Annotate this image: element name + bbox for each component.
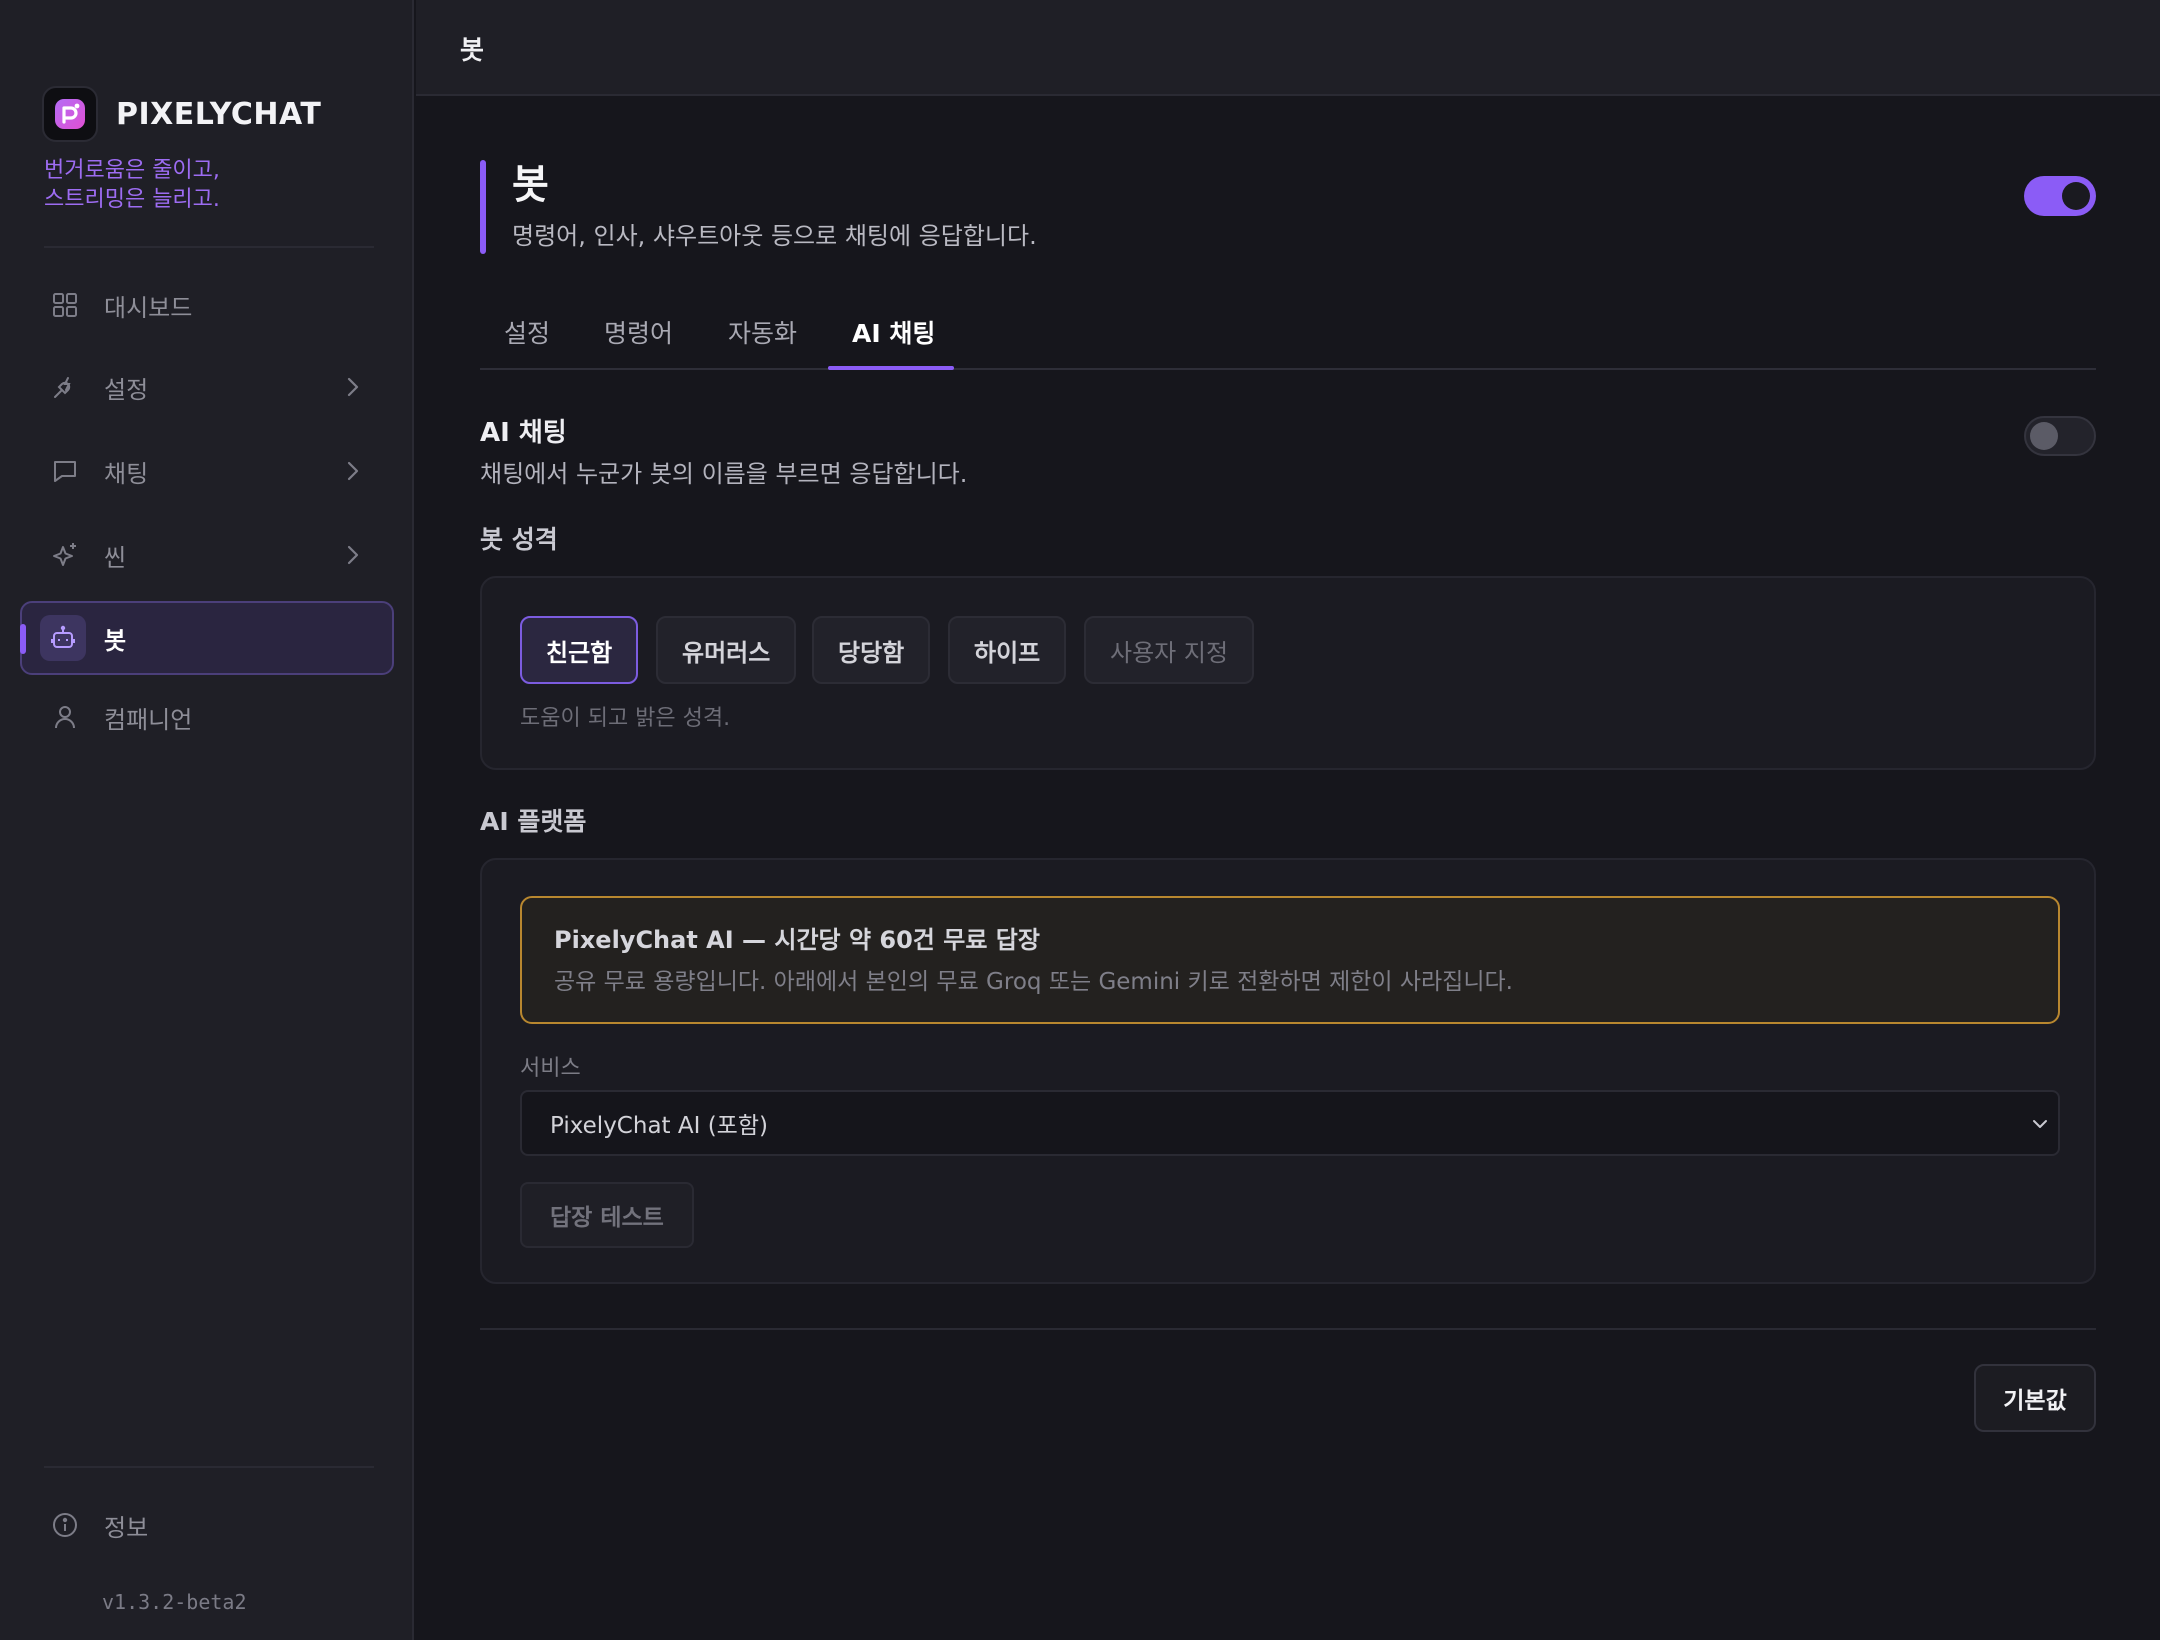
footer-divider — [480, 1328, 2096, 1330]
tagline: 번거로움은 줄이고, 스트리밍은 늘리고. — [44, 156, 220, 214]
tagline-line-1: 번거로움은 줄이고, — [44, 158, 220, 183]
active-indicator — [20, 624, 26, 654]
service-select-value: PixelyChat AI (포함) — [550, 1113, 768, 1139]
personality-chip-custom[interactable]: 사용자 지정 — [1084, 616, 1255, 684]
bot-icon — [40, 615, 86, 661]
chat-bubble-icon — [50, 456, 80, 486]
app-version: v1.3.2-beta2 — [102, 1590, 247, 1614]
platform-panel: PixelyChat AI — 시간당 약 60건 무료 답장 공유 무료 용량… — [480, 858, 2096, 1284]
free-quota-notice: PixelyChat AI — 시간당 약 60건 무료 답장 공유 무료 용량… — [520, 896, 2060, 1024]
toggle-knob — [2030, 422, 2058, 450]
sidebar-divider — [44, 246, 374, 248]
tab-settings[interactable]: 설정 — [504, 314, 550, 364]
tab-ai-chat[interactable]: AI 채팅 — [852, 314, 935, 364]
notice-body: 공유 무료 용량입니다. 아래에서 본인의 무료 Groq 또는 Gemini … — [554, 969, 1513, 995]
topbar-title: 봇 — [460, 36, 484, 66]
chevron-right-icon — [346, 543, 360, 573]
info-icon — [50, 1510, 80, 1540]
sidebar-item-bot[interactable]: 봇 — [20, 601, 394, 675]
sidebar-item-label: 정보 — [104, 1513, 149, 1542]
chevron-down-icon — [2030, 1114, 2050, 1140]
sidebar-item-companion[interactable]: 컴패니언 — [20, 680, 394, 754]
sidebar-item-label: 컴패니언 — [104, 705, 193, 734]
sidebar-item-label: 씬 — [104, 543, 127, 572]
sidebar-item-settings[interactable]: 설정 — [20, 350, 394, 424]
active-tab-underline — [828, 366, 954, 370]
personality-chip-humorous[interactable]: 유머러스 — [656, 616, 797, 684]
personality-title: 봇 성격 — [480, 525, 558, 554]
bot-enabled-toggle[interactable] — [2024, 176, 2096, 216]
top-bar: 봇 — [416, 0, 2160, 96]
notice-title: PixelyChat AI — 시간당 약 60건 무료 답장 — [554, 926, 1040, 954]
toggle-knob — [2062, 182, 2090, 210]
service-select[interactable]: PixelyChat AI (포함) — [520, 1090, 2060, 1156]
personality-chip-friendly[interactable]: 친근함 — [520, 616, 639, 684]
sidebar-item-label: 대시보드 — [104, 293, 193, 322]
ai-chat-description: 채팅에서 누군가 봇의 이름을 부르면 응답합니다. — [480, 460, 968, 488]
brand-name: PIXELYCHAT — [116, 96, 322, 132]
sidebar-item-info[interactable]: 정보 — [20, 1488, 394, 1562]
tab-automation[interactable]: 자동화 — [728, 314, 797, 364]
ai-chat-title: AI 채팅 — [480, 418, 567, 448]
sidebar-item-chat[interactable]: 채팅 — [20, 434, 394, 508]
user-icon — [50, 702, 80, 732]
sidebar-item-dashboard[interactable]: 대시보드 — [20, 268, 394, 342]
page-subtitle: 명령어, 인사, 샤우트아웃 등으로 채팅에 응답합니다. — [512, 222, 1037, 250]
platform-title: AI 플랫폼 — [480, 807, 587, 836]
grid-icon — [50, 290, 80, 320]
tab-bar: 설정 명령어 자동화 AI 채팅 — [480, 306, 2096, 370]
tab-commands[interactable]: 명령어 — [604, 314, 673, 364]
pixelychat-logo-icon — [42, 86, 98, 142]
sidebar-item-scenes[interactable]: 씬 — [20, 518, 394, 592]
page-title: 봇 — [512, 162, 549, 208]
header-accent-bar — [480, 160, 486, 254]
sidebar-item-label: 봇 — [104, 626, 127, 655]
chevron-right-icon — [346, 459, 360, 489]
ai-chat-toggle[interactable] — [2024, 416, 2096, 456]
personality-chip-confident[interactable]: 당당함 — [812, 616, 931, 684]
personality-description: 도움이 되고 밝은 성격. — [520, 706, 731, 731]
sidebar-item-label: 설정 — [104, 375, 149, 404]
brand[interactable]: PIXELYCHAT — [42, 86, 321, 142]
sparkle-icon — [50, 540, 80, 570]
sidebar-item-label: 채팅 — [104, 459, 149, 488]
reset-defaults-button[interactable]: 기본값 — [1974, 1364, 2096, 1432]
personality-panel: 친근함 유머러스 당당함 하이프 사용자 지정 도움이 되고 밝은 성격. — [480, 576, 2096, 770]
personality-chip-hype[interactable]: 하이프 — [948, 616, 1067, 684]
sidebar: PIXELYCHAT 번거로움은 줄이고, 스트리밍은 늘리고. 대시보드 설정… — [0, 0, 414, 1640]
sidebar-footer-divider — [44, 1466, 374, 1468]
plug-icon — [50, 372, 80, 402]
service-label: 서비스 — [520, 1056, 581, 1081]
tagline-line-2: 스트리밍은 늘리고. — [44, 187, 220, 212]
chevron-right-icon — [346, 375, 360, 405]
test-reply-button[interactable]: 답장 테스트 — [520, 1182, 694, 1248]
